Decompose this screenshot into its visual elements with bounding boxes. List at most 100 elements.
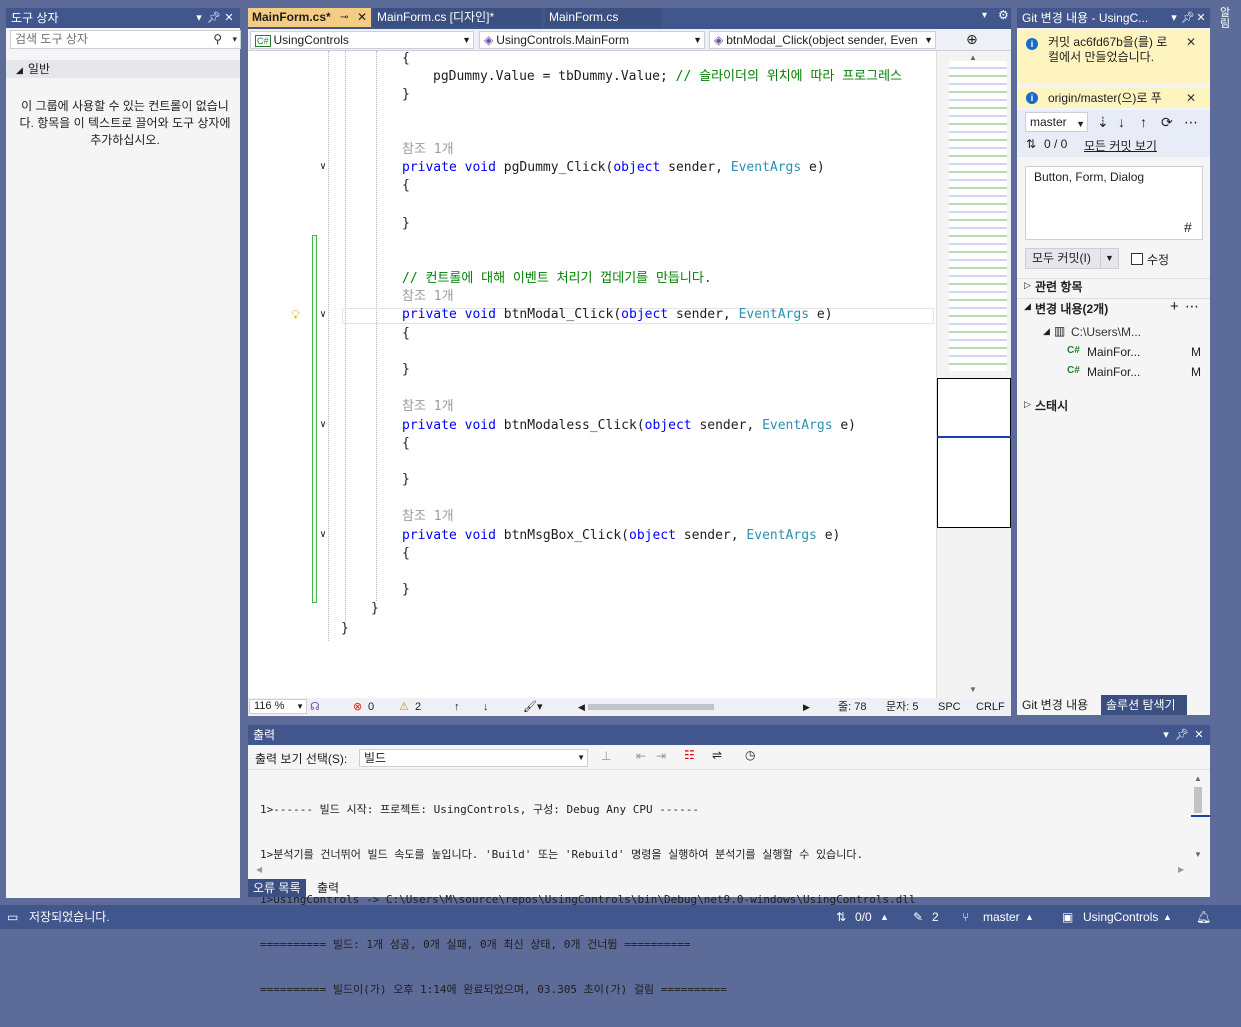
reference-count[interactable]: 참조 1개: [402, 399, 454, 415]
bell-icon[interactable]: 🔔︎: [1196, 905, 1211, 929]
changes-header[interactable]: 변경 내용(2개): [1035, 300, 1108, 317]
toolbox-group-general[interactable]: ◢ 일반: [6, 60, 240, 78]
pin-icon[interactable]: 📌︎: [207, 8, 221, 28]
repository-icon[interactable]: ▣: [1062, 905, 1073, 929]
sync-icon[interactable]: ⇅: [836, 905, 846, 929]
pin-icon[interactable]: ⊸: [340, 8, 348, 27]
code-cleanup-icon[interactable]: 🖌︎▾: [523, 698, 543, 716]
fetch-icon[interactable]: ⇣: [1097, 114, 1109, 131]
output-source-combo[interactable]: 빌드 ▼: [359, 749, 588, 767]
line-ending[interactable]: CRLF: [976, 698, 1005, 716]
stash-header[interactable]: 스태시: [1035, 397, 1068, 414]
search-icon[interactable]: ⚲: [213, 31, 222, 48]
toolbox-search-input[interactable]: 검색 도구 상자 ⚲ ▾: [10, 30, 241, 49]
previous-issue-icon[interactable]: ↑: [454, 698, 460, 716]
whitespace-mode[interactable]: SPC: [938, 698, 961, 716]
tab-error-list[interactable]: 오류 목록: [248, 879, 306, 897]
chevron-up-icon[interactable]: ▲: [1025, 905, 1034, 929]
word-wrap-icon[interactable]: ⇌: [712, 748, 722, 762]
changes-folder-path[interactable]: C:\Users\M...: [1071, 325, 1141, 339]
previous-message-icon[interactable]: ⇤: [636, 749, 646, 763]
dropdown-icon[interactable]: ▾: [192, 8, 206, 28]
view-all-commits-link[interactable]: 모든 커밋 보기: [1084, 137, 1157, 154]
reference-count[interactable]: 참조 1개: [402, 509, 454, 525]
close-icon[interactable]: ✕: [1192, 725, 1206, 745]
expand-icon[interactable]: ▷: [1024, 280, 1031, 291]
reference-count[interactable]: 참조 1개: [402, 289, 454, 305]
close-icon[interactable]: ✕: [357, 8, 367, 27]
dropdown-icon[interactable]: ▾: [1167, 8, 1181, 28]
tab-list-dropdown-icon[interactable]: ▾: [982, 10, 987, 21]
scroll-up-icon[interactable]: ▲: [969, 53, 977, 62]
tab-git-changes[interactable]: Git 변경 내용: [1017, 695, 1100, 715]
scroll-down-icon[interactable]: ▼: [969, 685, 977, 694]
pending-edits-count[interactable]: 2: [932, 905, 939, 929]
collapse-icon[interactable]: ∨: [320, 309, 326, 320]
split-editor-icon[interactable]: ⊕: [966, 31, 978, 48]
pull-icon[interactable]: ↓: [1118, 114, 1125, 130]
zoom-combo[interactable]: 116 % ▼: [249, 699, 307, 714]
tab-solution-explorer[interactable]: 솔루션 탐색기: [1101, 695, 1187, 715]
chevron-up-icon[interactable]: ▲: [1163, 905, 1172, 929]
tab-mainform-cs-active[interactable]: MainForm.cs* ⊸ ✕: [248, 8, 371, 27]
stage-all-icon[interactable]: +: [1170, 298, 1179, 315]
expand-icon[interactable]: ▷: [1024, 399, 1031, 410]
scroll-left-icon[interactable]: ◀: [256, 865, 262, 874]
pin-icon[interactable]: 📌︎: [1175, 725, 1189, 745]
scroll-up-icon[interactable]: ▲: [1194, 774, 1202, 783]
pin-icon[interactable]: 📌︎: [1181, 8, 1195, 28]
notifications-side-tab[interactable]: 알림: [1219, 8, 1231, 30]
collapse-icon[interactable]: ◢: [1043, 326, 1050, 337]
member-combo[interactable]: ◈ btnModal_Click(object sender, Even ▼: [709, 31, 936, 49]
scroll-right-icon[interactable]: ▶: [803, 698, 810, 716]
go-to-previous-icon[interactable]: ⊥: [601, 749, 611, 763]
pencil-icon[interactable]: ✎: [913, 905, 923, 929]
close-icon[interactable]: ✕: [1186, 88, 1196, 108]
next-message-icon[interactable]: ⇥: [656, 749, 666, 763]
gear-icon[interactable]: ⚙: [998, 8, 1009, 22]
more-options-icon[interactable]: ⋯: [1185, 298, 1199, 315]
tab-mainform-cs[interactable]: MainForm.cs: [545, 8, 661, 27]
sync-icon[interactable]: ⟳: [1161, 114, 1173, 131]
scroll-left-icon[interactable]: ◀: [578, 698, 585, 716]
commit-message-input[interactable]: Button, Form, Dialog #: [1025, 166, 1203, 240]
line-number[interactable]: 줄: 78: [838, 698, 866, 716]
code-minimap[interactable]: ▲ ▼: [936, 51, 1011, 698]
vertical-scrollbar-thumb[interactable]: [1194, 787, 1202, 813]
tab-output[interactable]: 출력: [312, 879, 345, 897]
scroll-down-icon[interactable]: ▼: [1194, 850, 1202, 859]
clock-icon[interactable]: ◷: [745, 748, 755, 762]
sync-count[interactable]: 0/0: [855, 905, 872, 929]
clear-all-icon[interactable]: ☷: [684, 748, 695, 762]
more-options-icon[interactable]: ⋯: [1184, 114, 1198, 131]
hash-icon[interactable]: #: [1184, 219, 1192, 235]
collapse-icon[interactable]: ◢: [16, 65, 23, 75]
changed-file-name[interactable]: MainFor...: [1087, 365, 1140, 379]
related-items-header[interactable]: 관련 항목: [1035, 278, 1083, 295]
commit-options-dropdown[interactable]: ▼: [1100, 248, 1119, 269]
collapse-icon[interactable]: ∨: [320, 161, 326, 172]
scroll-right-icon[interactable]: ▶: [1178, 865, 1184, 874]
lightbulb-icon[interactable]: 💡︎: [291, 308, 300, 323]
branch-icon[interactable]: ⑂: [962, 905, 969, 929]
type-combo[interactable]: ◈ UsingControls.MainForm ▼: [479, 31, 705, 49]
chevron-down-icon[interactable]: ▾: [232, 31, 237, 48]
repository-name[interactable]: UsingControls: [1083, 905, 1158, 929]
collapse-icon[interactable]: ∨: [320, 419, 326, 430]
close-icon[interactable]: ✕: [222, 8, 236, 28]
warning-icon[interactable]: ⚠: [399, 698, 409, 716]
reference-count[interactable]: 참조 1개: [402, 142, 454, 158]
branch-name[interactable]: master: [983, 905, 1020, 929]
branch-combo[interactable]: master ▼: [1025, 112, 1088, 132]
minimap-viewport[interactable]: [937, 378, 1011, 528]
collapse-icon[interactable]: ∨: [320, 529, 326, 540]
code-editor[interactable]: { pgDummy.Value = tbDummy.Value; // 슬라이더…: [248, 51, 1011, 698]
push-icon[interactable]: ↑: [1140, 114, 1147, 130]
collapse-icon[interactable]: ◢: [1024, 301, 1031, 312]
next-issue-icon[interactable]: ↓: [483, 698, 489, 716]
close-icon[interactable]: ✕: [1186, 35, 1196, 50]
project-combo[interactable]: C# UsingControls ▼: [250, 31, 474, 49]
error-icon[interactable]: ⊗: [353, 698, 362, 716]
horizontal-scrollbar-thumb[interactable]: [588, 704, 714, 710]
chevron-up-icon[interactable]: ▲: [880, 905, 889, 929]
